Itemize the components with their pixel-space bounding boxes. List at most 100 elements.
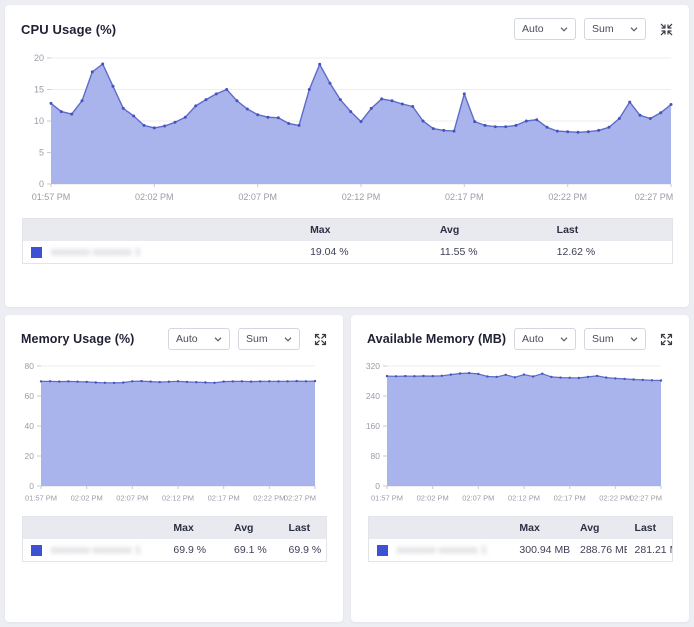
svg-text:80: 80 <box>25 361 35 371</box>
svg-text:01:57 PM: 01:57 PM <box>25 494 57 503</box>
svg-text:20: 20 <box>34 53 44 63</box>
svg-text:02:12 PM: 02:12 PM <box>342 192 381 202</box>
available-memory-legend-table: Max Avg Last xxxxxxx-xxxxxxx 1 300.94 MB… <box>368 516 673 562</box>
memory-usage-chart[interactable]: 02040608001:57 PM02:02 PM02:07 PM02:12 P… <box>13 356 343 514</box>
table-header-max: Max <box>511 517 572 539</box>
table-header-row: Max Avg Last <box>369 517 672 539</box>
bottom-row: Memory Usage (%) Auto Sum <box>5 315 689 622</box>
table-header-avg: Avg <box>432 219 549 241</box>
svg-text:0: 0 <box>39 179 44 189</box>
svg-text:02:22 PM: 02:22 PM <box>548 192 587 202</box>
max-value: 69.9 % <box>165 539 226 561</box>
svg-text:02:22 PM: 02:22 PM <box>253 494 285 503</box>
cpu-usage-legend-table: Max Avg Last xxxxxxx-xxxxxxx 1 19.04 % 1… <box>22 218 673 264</box>
svg-text:320: 320 <box>366 361 380 371</box>
table-header-empty <box>23 219 302 241</box>
svg-text:01:57 PM: 01:57 PM <box>32 192 71 202</box>
series-color-swatch <box>31 247 42 258</box>
table-header-row: Max Avg Last <box>23 517 326 539</box>
series-color-swatch <box>377 545 388 556</box>
table-header-empty <box>23 517 165 539</box>
avg-value: 69.1 % <box>226 539 281 561</box>
chevron-down-icon <box>630 27 638 32</box>
panel-available-memory: Available Memory (MB) Auto Sum <box>351 315 689 622</box>
legend-row[interactable]: xxxxxxx-xxxxxxx 1 <box>369 539 511 561</box>
chevron-down-icon <box>284 337 292 342</box>
svg-text:160: 160 <box>366 421 380 431</box>
last-value: 12.62 % <box>549 241 672 263</box>
svg-text:0: 0 <box>375 481 380 491</box>
series-label-redacted: xxxxxxx-xxxxxxx 1 <box>397 545 487 556</box>
svg-text:02:12 PM: 02:12 PM <box>508 494 540 503</box>
panel-cpu-usage: CPU Usage (%) Auto Sum 0 5 10 15 20 01:57 PM 0… <box>5 5 689 307</box>
table-row: xxxxxxx-xxxxxxx 1 69.9 % 69.1 % 69.9 % <box>23 539 326 561</box>
panel-header: Memory Usage (%) Auto Sum <box>5 315 343 352</box>
svg-text:02:02 PM: 02:02 PM <box>417 494 449 503</box>
last-value: 69.9 % <box>281 539 326 561</box>
avg-value: 288.76 MB <box>572 539 627 561</box>
available-memory-chart[interactable]: 08016024032001:57 PM02:02 PM02:07 PM02:1… <box>359 356 689 514</box>
svg-text:02:27 PM: 02:27 PM <box>630 494 662 503</box>
interval-select[interactable]: Auto <box>514 328 576 350</box>
table-header-last: Last <box>627 517 672 539</box>
page-title-memory-usage: Memory Usage (%) <box>21 332 134 346</box>
aggregation-select[interactable]: Sum <box>584 18 646 40</box>
page-title-cpu-usage: CPU Usage (%) <box>21 22 116 37</box>
page-title-available-memory: Available Memory (MB) <box>367 332 506 346</box>
chevron-down-icon <box>560 337 568 342</box>
table-row: xxxxxxx-xxxxxxx 1 19.04 % 11.55 % 12.62 … <box>23 241 672 263</box>
series-color-swatch <box>31 545 42 556</box>
collapse-button[interactable] <box>658 21 675 38</box>
chevron-down-icon <box>214 337 222 342</box>
avg-value: 11.55 % <box>432 241 549 263</box>
cpu-usage-chart[interactable]: 0510152001:57 PM02:02 PM02:07 PM02:12 PM… <box>17 46 689 214</box>
table-header-max: Max <box>165 517 226 539</box>
aggregation-select-value: Sum <box>592 333 614 345</box>
svg-text:5: 5 <box>39 148 44 158</box>
series-label-redacted: xxxxxxx-xxxxxxx 1 <box>51 247 141 258</box>
expand-icon <box>660 333 673 346</box>
svg-text:0: 0 <box>29 481 34 491</box>
table-header-last: Last <box>549 219 672 241</box>
svg-text:02:22 PM: 02:22 PM <box>599 494 631 503</box>
aggregation-select[interactable]: Sum <box>584 328 646 350</box>
svg-text:02:07 PM: 02:07 PM <box>462 494 494 503</box>
svg-text:10: 10 <box>34 116 44 126</box>
legend-row[interactable]: xxxxxxx-xxxxxxx 1 <box>23 539 165 561</box>
svg-text:02:12 PM: 02:12 PM <box>162 494 194 503</box>
expand-icon <box>314 333 327 346</box>
legend-row[interactable]: xxxxxxx-xxxxxxx 1 <box>23 241 302 263</box>
interval-select-value: Auto <box>522 23 544 35</box>
svg-text:02:27 PM: 02:27 PM <box>284 494 316 503</box>
interval-select-value: Auto <box>176 333 198 345</box>
interval-select-value: Auto <box>522 333 544 345</box>
svg-text:02:02 PM: 02:02 PM <box>71 494 103 503</box>
chevron-down-icon <box>630 337 638 342</box>
table-header-avg: Avg <box>572 517 627 539</box>
collapse-icon <box>660 23 673 36</box>
chart-controls: Auto Sum <box>514 18 675 40</box>
memory-usage-legend-table: Max Avg Last xxxxxxx-xxxxxxx 1 69.9 % 69… <box>22 516 327 562</box>
last-value: 281.21 MB <box>627 539 672 561</box>
expand-button[interactable] <box>658 331 675 348</box>
aggregation-select[interactable]: Sum <box>238 328 300 350</box>
svg-text:80: 80 <box>371 451 381 461</box>
max-value: 19.04 % <box>302 241 432 263</box>
chart-controls: Auto Sum <box>514 328 675 350</box>
expand-button[interactable] <box>312 331 329 348</box>
chevron-down-icon <box>560 27 568 32</box>
table-header-max: Max <box>302 219 432 241</box>
svg-text:02:17 PM: 02:17 PM <box>554 494 586 503</box>
svg-text:02:07 PM: 02:07 PM <box>116 494 148 503</box>
dashboard: CPU Usage (%) Auto Sum 0 5 10 15 20 01:57 PM 0… <box>0 0 694 627</box>
chart-controls: Auto Sum <box>168 328 329 350</box>
svg-text:15: 15 <box>34 85 44 95</box>
aggregation-select-value: Sum <box>592 23 614 35</box>
interval-select[interactable]: Auto <box>514 18 576 40</box>
svg-text:01:57 PM: 01:57 PM <box>371 494 403 503</box>
svg-text:02:07 PM: 02:07 PM <box>238 192 277 202</box>
panel-header: CPU Usage (%) Auto Sum <box>5 5 689 42</box>
interval-select[interactable]: Auto <box>168 328 230 350</box>
svg-text:02:27 PM: 02:27 PM <box>635 192 674 202</box>
table-row: xxxxxxx-xxxxxxx 1 300.94 MB 288.76 MB 28… <box>369 539 672 561</box>
